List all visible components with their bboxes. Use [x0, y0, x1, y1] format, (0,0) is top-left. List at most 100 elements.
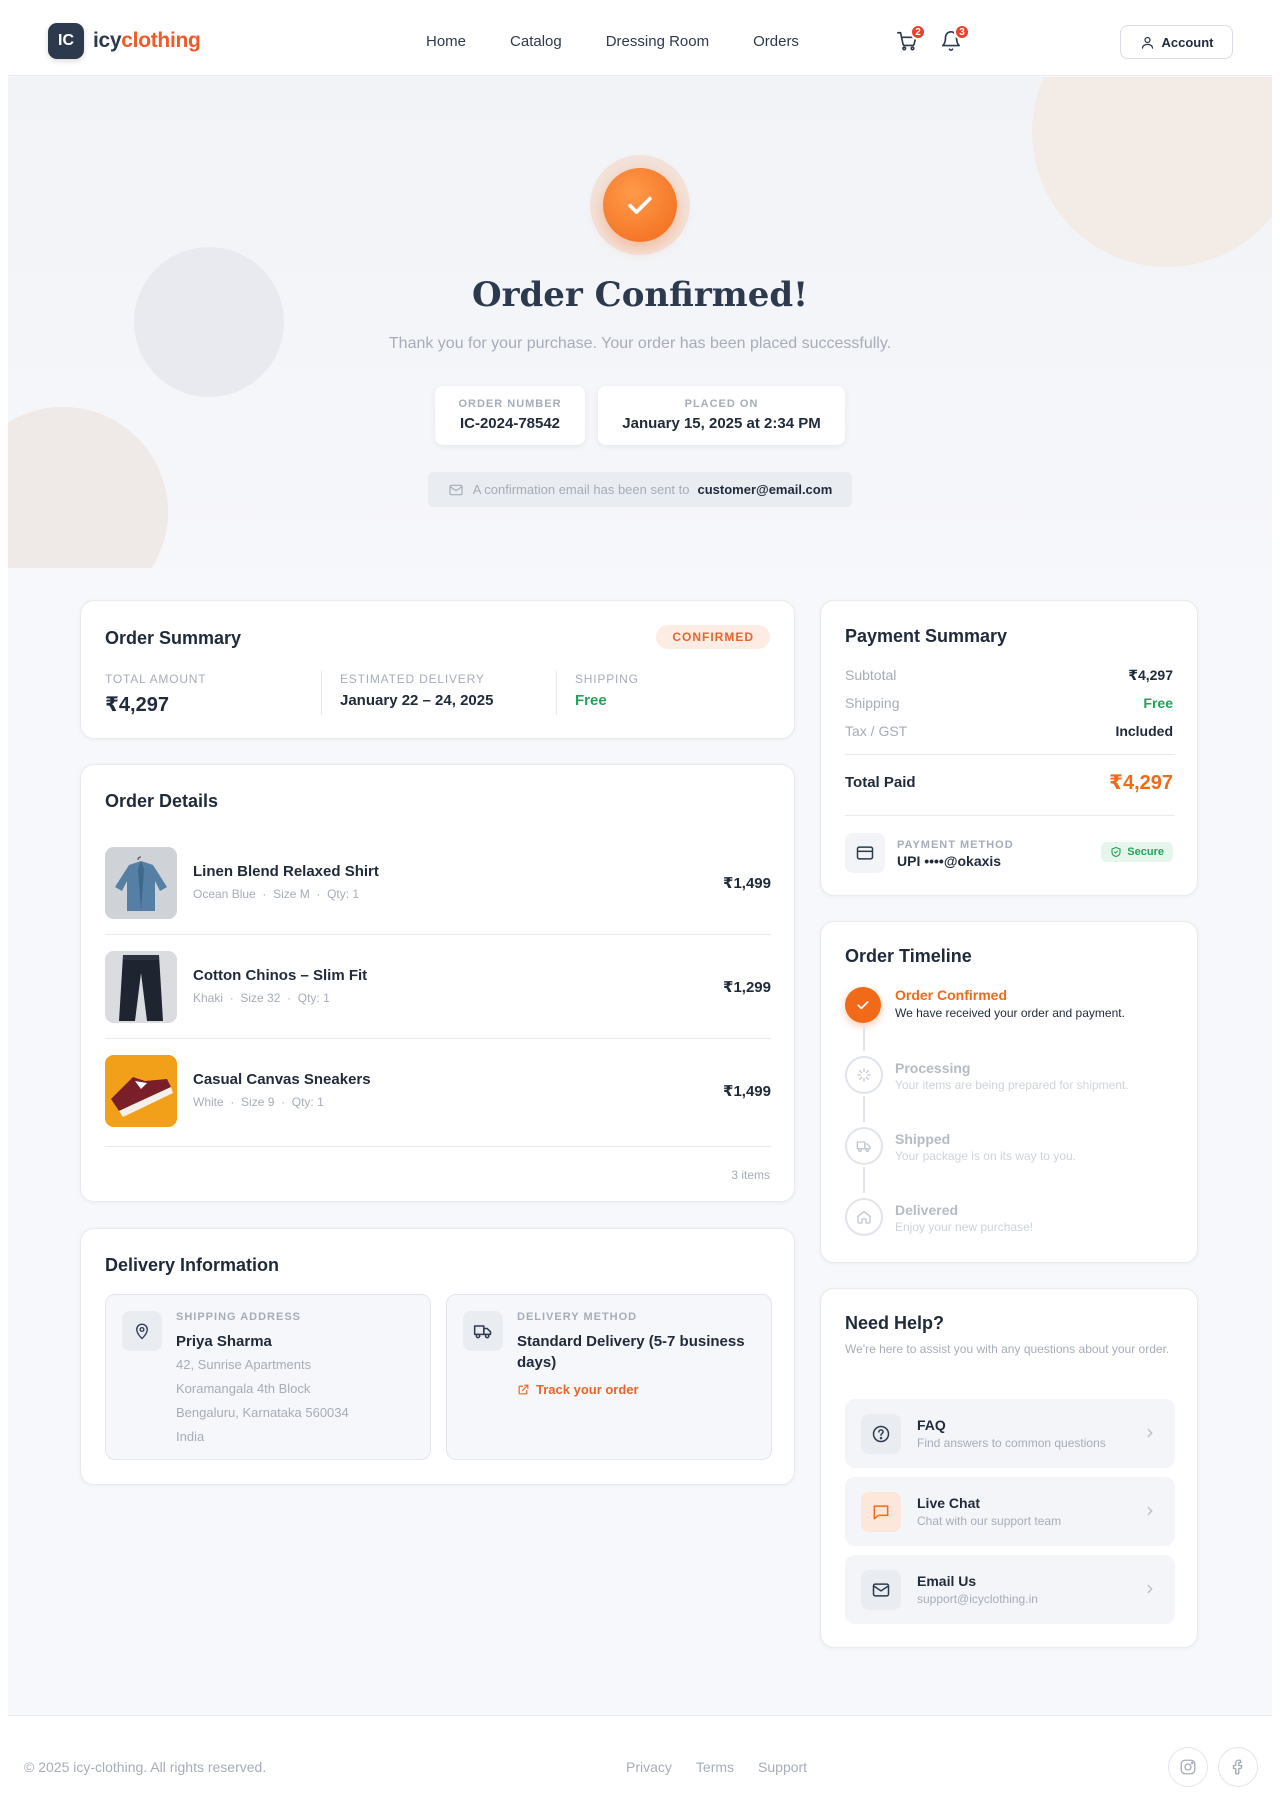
main-nav: Home Catalog Dressing Room Orders [426, 33, 843, 50]
facebook-icon[interactable] [1218, 1747, 1258, 1787]
total-amount-label: TOTAL AMOUNT [105, 672, 207, 686]
item-name[interactable]: Linen Blend Relaxed Shirt [193, 863, 379, 880]
footer-link-privacy[interactable]: Privacy [626, 1759, 672, 1775]
footer-link-terms[interactable]: Terms [696, 1759, 734, 1775]
logo-text: icyclothing [93, 29, 201, 52]
brand-logo[interactable]: IC icyclothing [48, 23, 201, 59]
delivery-method-label: DELIVERY METHOD [517, 1311, 638, 1323]
order-item[interactable]: Casual Canvas Sneakers White · Size 9 · … [105, 1055, 771, 1159]
user-icon [1141, 36, 1153, 49]
divider [556, 671, 557, 715]
check-icon [845, 987, 881, 1023]
nav-dressing-room[interactable]: Dressing Room [606, 33, 709, 50]
help-live-chat[interactable]: Live Chat Chat with our support team [845, 1477, 1175, 1546]
check-icon [628, 196, 652, 214]
account-label: Account [1161, 34, 1214, 50]
need-help-card: Need Help? We're here to assist you with… [820, 1288, 1198, 1648]
order-summary-title: Order Summary [105, 628, 242, 648]
map-pin-icon [122, 1311, 162, 1351]
shipping-stat: SHIPPING Free [575, 672, 639, 709]
product-image-chinos [105, 951, 177, 1023]
shipping-value: Free [575, 692, 607, 709]
footer-links: Privacy Terms Support [626, 1759, 831, 1775]
total-amount-value: ₹4,297 [105, 694, 169, 716]
payment-summary-card: Payment Summary Subtotal ₹4,297 Shipping F… [820, 600, 1198, 896]
placed-on-card: PLACED ON January 15, 2025 at 2:34 PM [598, 386, 845, 445]
help-email[interactable]: Email Us support@icyclothing.in [845, 1555, 1175, 1624]
help-faq[interactable]: FAQ Find answers to common questions [845, 1399, 1175, 1468]
shipping-address-label: SHIPPING ADDRESS [176, 1311, 302, 1323]
success-badge [590, 155, 690, 255]
nav-home[interactable]: Home [426, 33, 466, 50]
delivery-info-title: Delivery Information [105, 1255, 280, 1275]
address-line: Koramangala 4th Block [176, 1381, 311, 1396]
divider [845, 754, 1175, 755]
copyright: © 2025 icy-clothing. All rights reserved… [24, 1759, 267, 1775]
need-help-subtitle: We're here to assist you with any questi… [845, 1342, 1170, 1356]
subtotal-row: Subtotal ₹4,297 [845, 667, 1173, 683]
order-timeline-title: Order Timeline [845, 946, 972, 966]
cart-button[interactable]: 2 [896, 24, 926, 54]
payment-method-value: UPI ••••@okaxis [897, 853, 1002, 869]
estimated-delivery-value: January 22 – 24, 2025 [340, 692, 494, 709]
shipping-address-box: SHIPPING ADDRESS Priya Sharma 42, Sunris… [105, 1294, 431, 1460]
mail-icon [861, 1570, 901, 1610]
decorative-circle [134, 247, 284, 397]
footer: © 2025 icy-clothing. All rights reserved… [8, 1715, 1272, 1809]
notifications-button[interactable]: 3 [940, 24, 970, 54]
divider [321, 671, 322, 715]
order-number-value: IC-2024-78542 [459, 415, 561, 432]
delivery-method-value: Standard Delivery (5-7 business days) [517, 1333, 745, 1371]
estimated-delivery-stat: ESTIMATED DELIVERY January 22 – 24, 2025 [340, 672, 493, 709]
track-order-link[interactable]: Track your order [517, 1382, 639, 1397]
order-number-card: ORDER NUMBER IC-2024-78542 [435, 386, 585, 445]
tax-row: Tax / GST Included [845, 723, 1173, 739]
item-meta: Khaki · Size 32 · Qty: 1 [193, 991, 330, 1005]
delivery-info-card: Delivery Information SHIPPING ADDRESS Pr… [80, 1228, 795, 1485]
order-item[interactable]: Cotton Chinos – Slim Fit Khaki · Size 32… [105, 951, 771, 1055]
delivery-method-box: DELIVERY METHOD Standard Delivery (5-7 b… [446, 1294, 772, 1460]
item-name[interactable]: Cotton Chinos – Slim Fit [193, 967, 367, 984]
cart-count-badge: 2 [910, 24, 926, 40]
timeline-connector [863, 1025, 865, 1051]
order-number-label: ORDER NUMBER [458, 398, 562, 410]
page-subtitle: Thank you for your purchase. Your order … [388, 335, 892, 352]
item-price: ₹1,499 [723, 1083, 771, 1100]
address-line: India [176, 1429, 205, 1444]
account-button[interactable]: Account [1120, 25, 1233, 59]
chevron-right-icon [1143, 1426, 1157, 1445]
divider [845, 815, 1175, 816]
shipping-label: SHIPPING [575, 672, 639, 686]
secure-badge: Secure [1101, 842, 1173, 862]
nav-orders[interactable]: Orders [753, 33, 799, 50]
order-summary-card: Order Summary CONFIRMED TOTAL AMOUNT ₹4,… [80, 600, 795, 739]
order-item[interactable]: Linen Blend Relaxed Shirt Ocean Blue · S… [105, 847, 771, 951]
item-meta: White · Size 9 · Qty: 1 [193, 1095, 324, 1109]
estimated-delivery-label: ESTIMATED DELIVERY [340, 672, 485, 686]
divider [105, 1038, 771, 1039]
help-circle-icon [861, 1414, 901, 1454]
email-confirmation-note: A confirmation email has been sent to cu… [428, 472, 852, 507]
home-icon [845, 1198, 883, 1236]
decorative-circle [1032, 77, 1272, 267]
confirmation-hero: Order Confirmed! Thank you for your purc… [8, 77, 1272, 568]
credit-card-icon [845, 833, 885, 873]
email-note-text: A confirmation email has been sent to [472, 482, 690, 497]
placed-on-label: PLACED ON [684, 398, 759, 410]
page-title: Order Confirmed! [471, 275, 809, 315]
address-line: Bengaluru, Karnataka 560034 [176, 1405, 349, 1420]
logo-badge: IC [48, 23, 84, 59]
divider [105, 1146, 771, 1147]
instagram-icon[interactable] [1168, 1747, 1208, 1787]
address-line: 42, Sunrise Apartments [176, 1357, 312, 1372]
footer-link-support[interactable]: Support [758, 1759, 807, 1775]
mail-icon [449, 484, 463, 495]
product-image-shirt [105, 847, 177, 919]
payment-method-label: PAYMENT METHOD [897, 839, 1014, 851]
payment-summary-title: Payment Summary [845, 626, 1008, 646]
order-details-card: Order Details Linen Blend Relaxed Shirt … [80, 764, 795, 1202]
item-name[interactable]: Casual Canvas Sneakers [193, 1071, 371, 1088]
shipping-row: Shipping Free [845, 695, 1173, 711]
nav-catalog[interactable]: Catalog [510, 33, 562, 50]
truck-icon [845, 1127, 883, 1165]
